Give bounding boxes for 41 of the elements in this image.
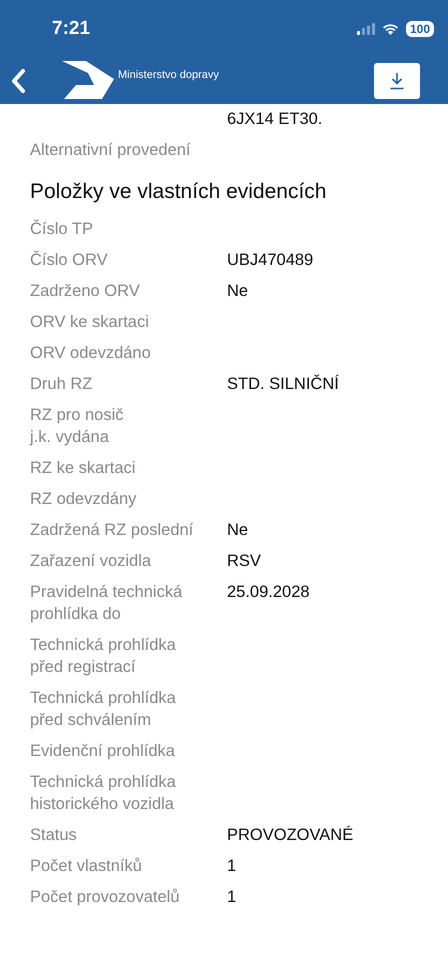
field-label: Počet vlastníků xyxy=(30,856,143,877)
field-label: Zařazení vozidla xyxy=(30,551,152,572)
field-label: Status xyxy=(30,825,78,846)
field-label: Číslo TP xyxy=(30,218,94,240)
field-label: Počet provozovatelů xyxy=(30,887,181,908)
field-label: Technická prohlídka před schválením xyxy=(30,688,177,731)
download-icon xyxy=(389,72,405,90)
field-value: RSV xyxy=(227,551,262,572)
section-heading: Položky ve vlastních evidencích xyxy=(30,179,328,205)
wifi-icon xyxy=(382,23,399,35)
field-label: Evidenční prohlídka xyxy=(30,741,176,762)
field-label: Druh RZ xyxy=(30,374,94,395)
field-value: 25.09.2028 xyxy=(227,582,311,603)
signal-icon xyxy=(356,23,375,35)
field-label: Číslo ORV xyxy=(30,250,109,271)
ministry-name: Ministerstvo dopravy xyxy=(118,69,219,81)
battery-indicator: 100 xyxy=(406,21,434,37)
field-value: 1 xyxy=(227,887,238,908)
status-time: 7:21 xyxy=(52,18,90,40)
field-label: ORV odevzdáno xyxy=(30,343,152,364)
field-label: Zadržená RZ poslední xyxy=(30,520,194,541)
field-label: Technická prohlídka historického vozidla xyxy=(30,772,177,815)
field-label: RZ pro nosič j.k. vydána xyxy=(30,405,125,448)
field-value: UBJ470489 xyxy=(227,250,314,271)
field-label: Zadrženo ORV xyxy=(30,281,141,302)
field-value: Ne xyxy=(227,281,250,302)
download-button[interactable] xyxy=(374,63,420,99)
field-label: ORV ke skartaci xyxy=(30,312,150,333)
field-value: PROVOZOVANÉ xyxy=(227,824,354,846)
field-value: 6JX14 ET30. xyxy=(227,109,324,130)
field-value: STD. SILNIČNÍ xyxy=(227,374,340,395)
chevron-left-icon xyxy=(10,68,26,94)
logo-icon xyxy=(62,61,114,101)
field-value: 1 xyxy=(227,856,238,877)
field-value: Ne xyxy=(227,520,250,541)
back-button[interactable] xyxy=(10,68,26,94)
field-label: RZ odevzdány xyxy=(30,489,138,510)
field-label: RZ ke skartaci xyxy=(30,458,136,479)
field-label: Technická prohlídka před registrací xyxy=(30,635,177,678)
field-label: Alternativní provedení xyxy=(30,140,192,161)
field-label: Pravidelná technická prohlídka do xyxy=(30,582,184,625)
